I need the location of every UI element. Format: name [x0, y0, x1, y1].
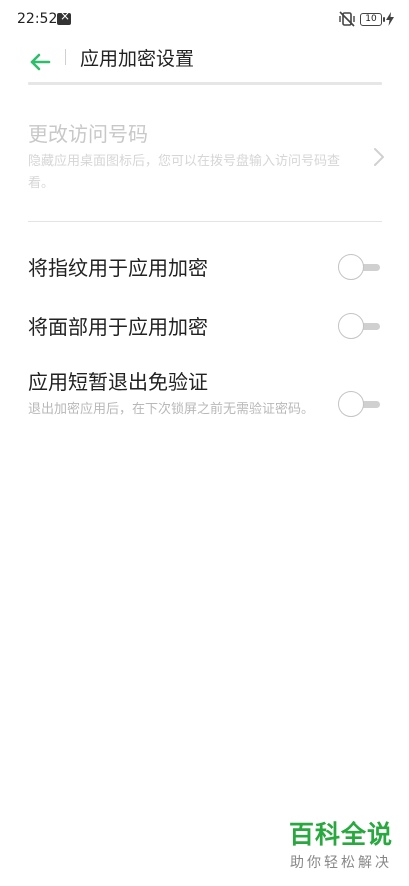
watermark-main: 百科全说 — [288, 820, 393, 849]
battery-icon: 10 — [360, 13, 385, 26]
notification-icon — [57, 9, 71, 25]
status-bar: 22:52 10 — [0, 0, 409, 40]
page-title: 应用加密设置 — [80, 48, 195, 70]
back-button[interactable] — [22, 44, 58, 80]
skip-verification-title: 应用短暂退出免验证 — [28, 370, 208, 394]
charging-icon — [386, 12, 394, 26]
skip-verification-toggle[interactable] — [338, 391, 382, 417]
fingerprint-lock-toggle[interactable] — [338, 254, 382, 280]
face-lock-item[interactable]: 将面部用于应用加密 — [28, 311, 382, 341]
change-access-code-title: 更改访问号码 — [28, 122, 148, 146]
chevron-right-icon — [374, 148, 384, 166]
watermark: 百科全说 助你轻松解决 — [289, 820, 393, 872]
app-header: 应用加密设置 — [0, 40, 409, 84]
header-divider — [65, 49, 66, 65]
fingerprint-lock-title: 将指纹用于应用加密 — [28, 256, 208, 280]
change-access-code-item[interactable]: 更改访问号码 隐藏应用桌面图标后，您可以在拨号盘输入访问号码查看。 — [28, 118, 384, 195]
face-lock-title: 将面部用于应用加密 — [28, 315, 208, 339]
status-time: 22:52 — [17, 11, 58, 27]
watermark-sub: 助你轻松解决 — [289, 855, 392, 871]
arrow-left-icon — [30, 53, 51, 71]
fingerprint-lock-item[interactable]: 将指纹用于应用加密 — [28, 252, 382, 282]
skip-verification-item[interactable]: 应用短暂退出免验证 退出加密应用后，在下次锁屏之前无需验证密码。 — [28, 366, 382, 421]
section-divider — [28, 221, 382, 222]
face-lock-toggle[interactable] — [338, 313, 382, 339]
skip-verification-description: 退出加密应用后，在下次锁屏之前无需验证密码。 — [28, 402, 315, 417]
change-access-code-description: 隐藏应用桌面图标后，您可以在拨号盘输入访问号码查看。 — [28, 154, 341, 191]
top-divider — [28, 82, 382, 85]
vibrate-off-icon — [339, 11, 355, 27]
